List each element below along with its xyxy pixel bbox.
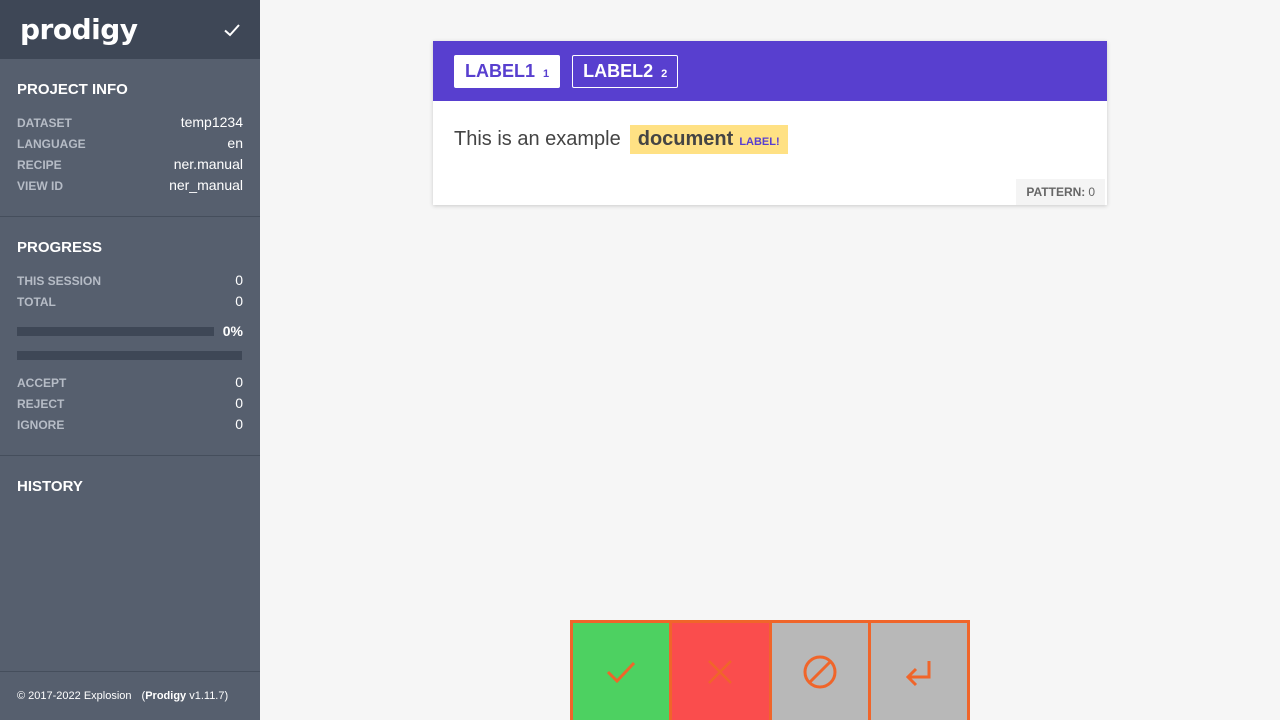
action-buttons [570, 620, 970, 720]
entity-span[interactable]: document LABEL! [629, 125, 788, 154]
sidebar-header: prodigy [0, 0, 260, 59]
info-row-dataset: DATASET temp1234 [17, 112, 243, 133]
label-option-label1[interactable]: LABEL1 1 [454, 54, 561, 88]
stat-label: ACCEPT [17, 376, 67, 390]
info-value: ner.manual [173, 156, 243, 172]
version-text: v1.11.7 [189, 690, 225, 702]
sidebar: prodigy PROJECT INFO DATASET temp1234 LA… [0, 0, 260, 720]
prodigy-logo: prodigy [20, 13, 138, 46]
project-info-title: PROJECT INFO [17, 81, 128, 98]
brand-link[interactable]: Prodigy [145, 690, 186, 702]
info-label: VIEW ID [17, 179, 64, 193]
info-label: DATASET [17, 116, 72, 130]
undo-arrow-icon [905, 660, 931, 686]
entity-text: document [637, 128, 734, 150]
progress-value: 0 [235, 293, 243, 309]
annotation-card: LABEL1 1 LABEL2 2 This is an example doc… [433, 41, 1107, 205]
progress-label: THIS SESSION [17, 274, 102, 288]
label-name: LABEL2 [583, 60, 654, 81]
label-option-label2[interactable]: LABEL2 2 [572, 54, 679, 88]
progress-value: 0 [235, 272, 243, 288]
text-token[interactable]: This is an example [454, 128, 621, 151]
stat-value: 0 [235, 374, 243, 390]
accept-button[interactable] [573, 623, 670, 720]
history-section: HISTORY [0, 456, 260, 529]
annotation-text[interactable]: This is an example document LABEL! [433, 101, 1107, 178]
info-value: ner_manual [169, 177, 243, 193]
stat-row-ignore: IGNORE 0 [17, 414, 243, 435]
progress-section: PROGRESS THIS SESSION 0 TOTAL 0 0% ACCEP… [0, 217, 260, 456]
progress-bar-row: 0% [17, 322, 243, 340]
ban-icon [803, 655, 837, 688]
x-icon [708, 659, 733, 684]
check-icon [607, 661, 636, 683]
project-info-section: PROJECT INFO DATASET temp1234 LANGUAGE e… [0, 59, 260, 217]
progress-row-total: TOTAL 0 [17, 291, 243, 312]
label-name: LABEL1 [465, 60, 536, 81]
progress-row-session: THIS SESSION 0 [17, 270, 243, 291]
info-label: LANGUAGE [17, 137, 86, 151]
pattern-label: PATTERN: [1026, 185, 1086, 199]
label-bar: LABEL1 1 LABEL2 2 [433, 41, 1107, 101]
stat-row-reject: REJECT 0 [17, 393, 243, 414]
undo-button[interactable] [870, 623, 967, 720]
progress-title: PROGRESS [17, 239, 103, 256]
info-row-recipe: RECIPE ner.manual [17, 154, 243, 175]
progress-label: TOTAL [17, 295, 56, 309]
progress-bar [17, 326, 214, 336]
label-shortcut: 2 [661, 68, 668, 80]
stat-value: 0 [235, 395, 243, 411]
check-icon[interactable] [222, 20, 242, 40]
history-title: HISTORY [17, 478, 83, 495]
pattern-meta: PATTERN: 0 [1016, 179, 1105, 205]
reject-button[interactable] [672, 623, 769, 720]
ignore-button[interactable] [771, 623, 868, 720]
copyright-text: © 2017-2022 Explosion [17, 690, 132, 702]
stat-row-accept: ACCEPT 0 [17, 372, 243, 393]
label-shortcut: 1 [543, 68, 550, 80]
stat-label: REJECT [17, 397, 65, 411]
entity-label: LABEL! [739, 135, 780, 148]
stat-label: IGNORE [17, 418, 65, 432]
info-label: RECIPE [17, 158, 62, 172]
progress-percent: 0% [222, 323, 243, 339]
info-value: temp1234 [180, 114, 243, 130]
info-row-view-id: VIEW ID ner_manual [17, 175, 243, 196]
secondary-progress-bar [17, 351, 242, 360]
info-row-language: LANGUAGE en [17, 133, 243, 154]
stat-value: 0 [235, 416, 243, 432]
info-value: en [227, 135, 243, 151]
sidebar-footer: © 2017-2022 Explosion (Prodigy v1.11.7) [0, 671, 260, 720]
pattern-value: 0 [1088, 185, 1095, 199]
